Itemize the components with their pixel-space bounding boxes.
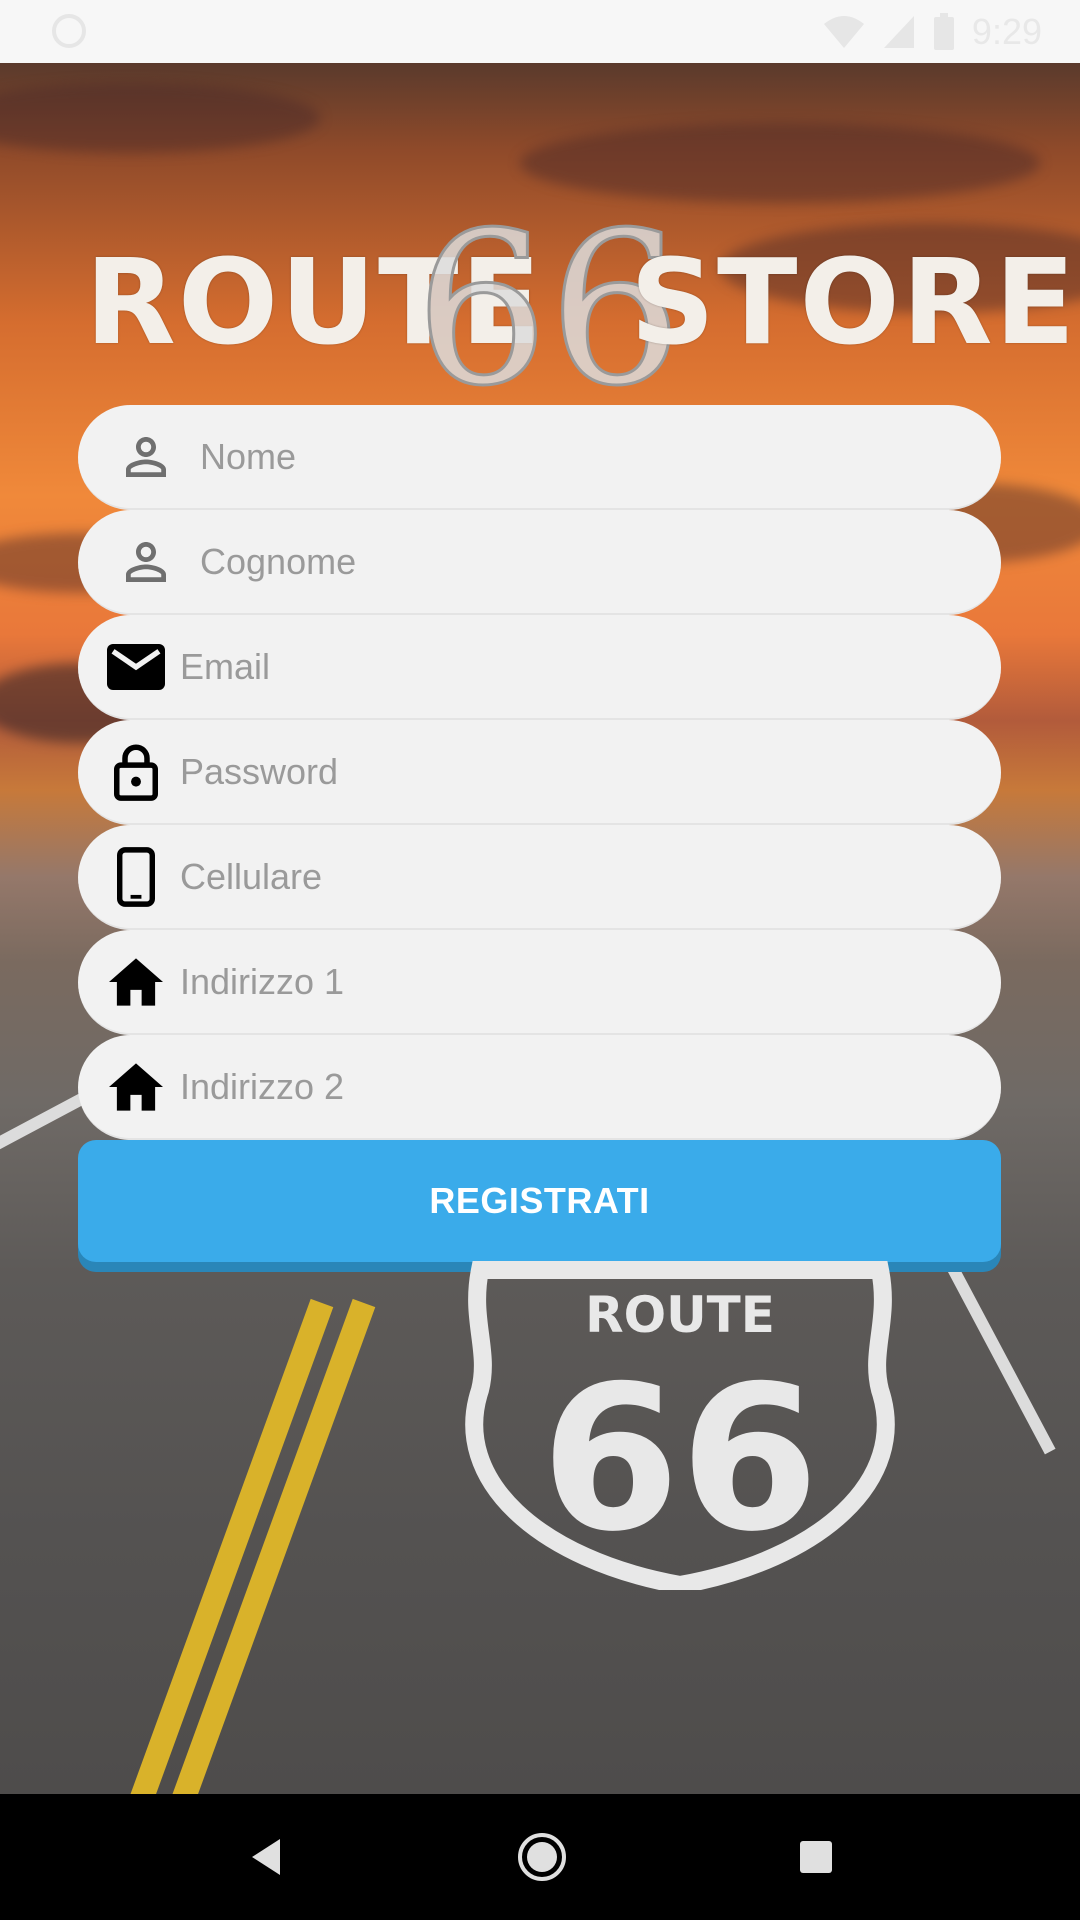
email-placeholder: Email <box>180 645 271 687</box>
home-icon <box>106 1057 166 1117</box>
home-icon <box>106 952 166 1012</box>
last-name-placeholder: Cognome <box>200 540 357 582</box>
sync-icon <box>52 14 86 48</box>
signal-icon <box>883 16 914 48</box>
recents-icon[interactable] <box>798 1839 834 1875</box>
route66-shield-marking: ROUTE 66 <box>465 1261 895 1590</box>
shield-number: 66 <box>541 1343 819 1576</box>
person-icon <box>116 532 176 592</box>
shield-word: ROUTE <box>585 1286 775 1344</box>
logo-right-word: STORE <box>630 233 1078 371</box>
clock: 9:29 <box>971 11 1042 52</box>
password-placeholder: Password <box>180 750 339 792</box>
address1-field[interactable]: Indirizzo 1 <box>78 930 1001 1035</box>
first-name-field[interactable]: Nome <box>78 405 1001 510</box>
first-name-placeholder: Nome <box>200 435 297 477</box>
last-name-field[interactable]: Cognome <box>78 510 1001 615</box>
password-field[interactable]: Password <box>78 720 1001 825</box>
address2-placeholder: Indirizzo 2 <box>180 1065 345 1107</box>
person-icon <box>116 427 176 487</box>
back-icon[interactable] <box>246 1835 286 1879</box>
status-bar: 9:29 <box>0 0 1080 63</box>
register-button[interactable]: REGISTRATI <box>78 1140 1001 1262</box>
address1-placeholder: Indirizzo 1 <box>180 960 345 1002</box>
navigation-bar <box>0 1794 1080 1920</box>
status-icons: 9:29 <box>822 10 1042 54</box>
phone-placeholder: Cellulare <box>180 855 323 897</box>
email-icon <box>106 637 166 697</box>
phone-field[interactable]: Cellulare <box>78 825 1001 930</box>
phone-icon <box>106 846 166 907</box>
registration-form: Nome Cognome Email Password Cellulare In… <box>78 405 1001 1140</box>
email-field[interactable]: Email <box>78 615 1001 720</box>
battery-icon <box>933 13 954 50</box>
lock-icon <box>106 742 166 802</box>
wifi-icon <box>823 16 864 48</box>
home-button-icon[interactable] <box>516 1831 568 1883</box>
address2-field[interactable]: Indirizzo 2 <box>78 1035 1001 1140</box>
route66-logo: ROUTE 66 STORE <box>85 203 1075 416</box>
